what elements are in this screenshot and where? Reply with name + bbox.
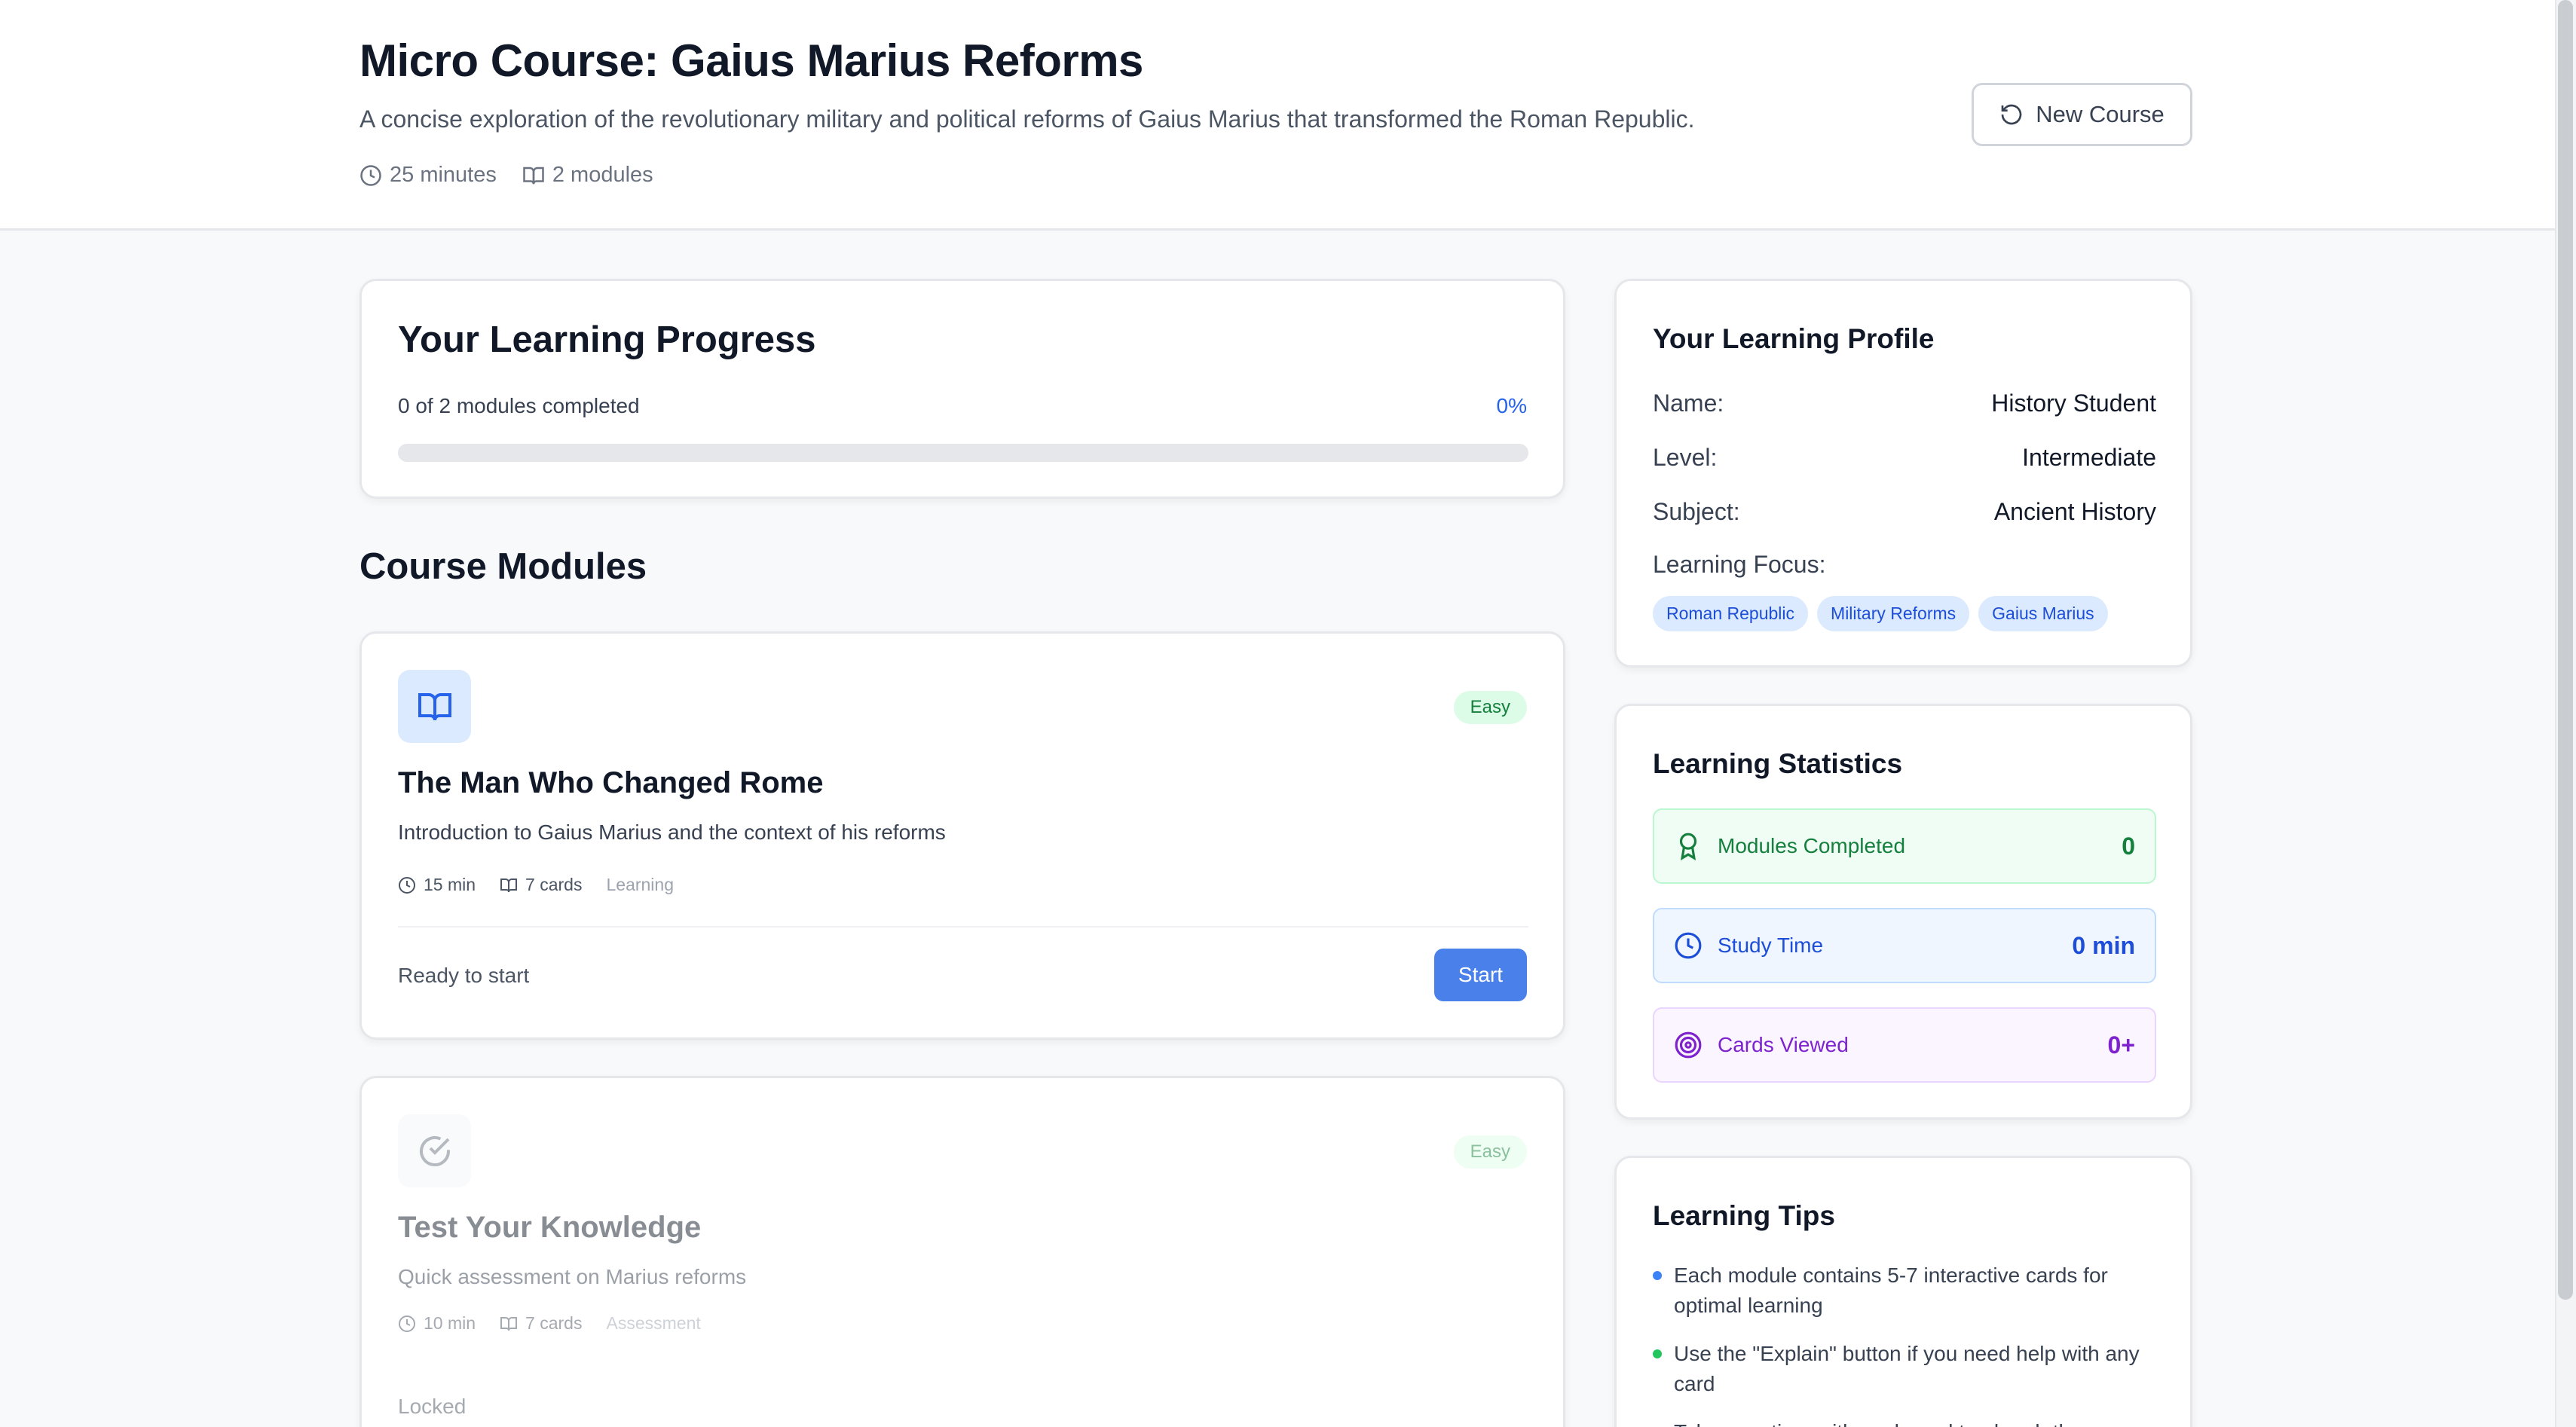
- module-card-count: 7 cards: [500, 875, 582, 895]
- module-description: Quick assessment on Marius reforms: [398, 1265, 747, 1288]
- statistics-title: Learning Statistics: [1653, 748, 1903, 779]
- learning-progress-card: Your Learning Progress 0 of 2 modules co…: [359, 279, 1565, 499]
- module-title: The Man Who Changed Rome: [398, 766, 824, 799]
- page-title: Micro Course: Gaius Marius Reforms: [359, 35, 1143, 86]
- clock-icon: [399, 876, 415, 894]
- course-subtitle: A concise exploration of the revolutiona…: [359, 105, 1695, 133]
- tip-item: Take your time with each card to absorb …: [1653, 1417, 2150, 1427]
- stat-modules-completed: Modules Completed 0: [1653, 808, 2156, 884]
- progress-completed-text: 0 of 2 modules completed: [398, 394, 640, 417]
- module-meta: 15 min 7 cards Learning: [398, 875, 674, 895]
- focus-tag: Military Reforms: [1817, 596, 1970, 631]
- tip-item: Each module contains 5-7 interactive car…: [1653, 1260, 2150, 1321]
- course-duration: 25 minutes: [359, 163, 497, 188]
- page: Micro Course: Gaius Marius Reforms A con…: [0, 0, 2576, 1427]
- focus-tag: Gaius Marius: [1978, 596, 2108, 631]
- course-meta: 25 minutes 2 modules: [359, 163, 653, 188]
- profile-row-subject: Subject: Ancient History: [1653, 498, 2156, 525]
- module-description: Introduction to Gaius Marius and the con…: [398, 820, 946, 844]
- bullet-dot: [1653, 1271, 1662, 1280]
- start-button[interactable]: Start: [1434, 949, 1527, 1001]
- clock-icon: [360, 164, 381, 186]
- module-card[interactable]: Easy The Man Who Changed Rome Introducti…: [359, 631, 1565, 1040]
- book-open-icon: [418, 692, 451, 720]
- book-open-icon: [500, 878, 518, 892]
- progress-title: Your Learning Progress: [398, 319, 816, 360]
- learning-tips-card: Learning Tips Each module contains 5-7 i…: [1614, 1156, 2192, 1427]
- target-icon: [1675, 1031, 1702, 1059]
- profile-row-name: Name: History Student: [1653, 390, 2156, 417]
- difficulty-badge: Easy: [1453, 691, 1527, 724]
- focus-tag: Roman Republic: [1653, 596, 1809, 631]
- book-open-icon: [523, 167, 544, 184]
- course-header: Micro Course: Gaius Marius Reforms A con…: [0, 0, 2555, 231]
- profile-title: Your Learning Profile: [1653, 323, 1935, 354]
- focus-tags: Roman Republic Military Reforms Gaius Ma…: [1653, 596, 2108, 631]
- profile-row-level: Level: Intermediate: [1653, 444, 2156, 471]
- check-circle-icon: [419, 1135, 450, 1166]
- stat-cards-viewed: Cards Viewed 0+: [1653, 1007, 2156, 1083]
- refresh-icon: [2001, 104, 2022, 125]
- bullet-dot: [1653, 1349, 1662, 1358]
- module-meta: 10 min 7 cards Assessment: [398, 1313, 701, 1334]
- progress-bar: [398, 444, 1528, 462]
- module-card-locked: Easy Test Your Knowledge Quick assessmen…: [359, 1076, 1565, 1427]
- clock-icon: [399, 1315, 415, 1332]
- learning-focus-label: Learning Focus:: [1653, 551, 1826, 578]
- module-type: Learning: [606, 875, 675, 894]
- module-icon-box: [398, 670, 471, 743]
- module-title: Test Your Knowledge: [398, 1211, 702, 1244]
- stat-study-time: Study Time 0 min: [1653, 908, 2156, 983]
- module-status: Locked: [398, 1395, 467, 1418]
- clock-icon: [1675, 932, 1702, 959]
- award-icon: [1679, 833, 1697, 860]
- module-icon-box: [398, 1114, 471, 1187]
- module-status: Ready to start: [398, 964, 530, 987]
- module-duration: 10 min: [398, 1313, 476, 1334]
- course-module-count: 2 modules: [522, 163, 653, 188]
- module-divider: [398, 926, 1528, 927]
- tip-item: Use the "Explain" button if you need hel…: [1653, 1339, 2150, 1399]
- tips-title: Learning Tips: [1653, 1200, 1835, 1231]
- course-modules-heading: Course Modules: [359, 546, 647, 587]
- learning-profile-card: Your Learning Profile Name: History Stud…: [1614, 279, 2192, 668]
- scrollbar-thumb[interactable]: [2558, 0, 2573, 1300]
- difficulty-badge: Easy: [1453, 1135, 1527, 1169]
- book-open-icon: [500, 1316, 518, 1331]
- module-duration: 15 min: [398, 875, 476, 895]
- module-card-count: 7 cards: [500, 1313, 582, 1334]
- module-type: Assessment: [606, 1313, 701, 1333]
- new-course-button[interactable]: New Course: [1972, 83, 2192, 146]
- progress-percent: 0%: [1496, 394, 1527, 417]
- learning-statistics-card: Learning Statistics Modules Completed 0 …: [1614, 704, 2192, 1120]
